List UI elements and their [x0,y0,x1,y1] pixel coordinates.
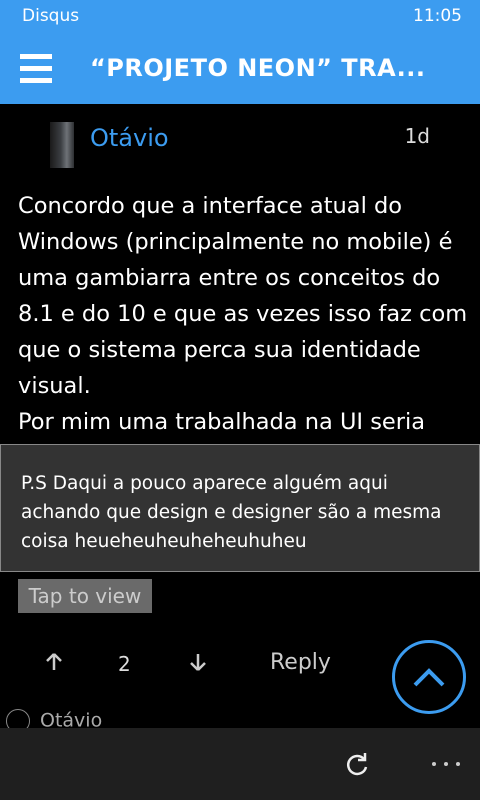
scroll-to-top-button[interactable] [392,640,466,714]
comment-paragraph-1: Concordo que a interface atual do Window… [18,193,468,399]
reply-button[interactable]: Reply [270,650,331,675]
upvote-icon[interactable] [42,650,66,674]
reply-icon [6,709,30,728]
tap-to-view-button[interactable]: Tap to view [18,579,152,613]
downvote-icon[interactable] [186,650,210,674]
hamburger-menu-icon[interactable] [20,54,52,84]
status-time: 11:05 [413,6,462,26]
vote-count: 2 [118,652,131,676]
next-comment-header: Otávio [6,709,102,728]
app-bar [0,728,480,800]
chevron-up-icon [413,668,445,687]
comment-age: 1d [404,124,430,148]
page-header: “PROJETO NEON” TRA... [0,32,480,104]
toast-text: P.S Daqui a pouco aparece alguém aqui ac… [21,473,442,552]
toast-overlay[interactable]: P.S Daqui a pouco aparece alguém aqui ac… [0,444,480,572]
status-bar: Disqus 11:05 [0,0,480,32]
avatar[interactable] [50,122,74,168]
comment: Otávio 1d Concordo que a interface atual… [0,104,480,728]
comment-body: Concordo que a interface atual do Window… [18,188,468,440]
refresh-icon[interactable] [342,750,372,780]
comment-actions: 2 Reply [0,640,480,714]
next-comment-author[interactable]: Otávio [40,710,102,729]
page-title: “PROJETO NEON” TRA... [90,54,426,82]
status-app-name: Disqus [22,6,80,26]
comment-author[interactable]: Otávio [90,124,169,152]
more-options-icon[interactable] [428,750,468,780]
comment-paragraph-2: Por mim uma trabalhada na UI seria [18,409,426,435]
